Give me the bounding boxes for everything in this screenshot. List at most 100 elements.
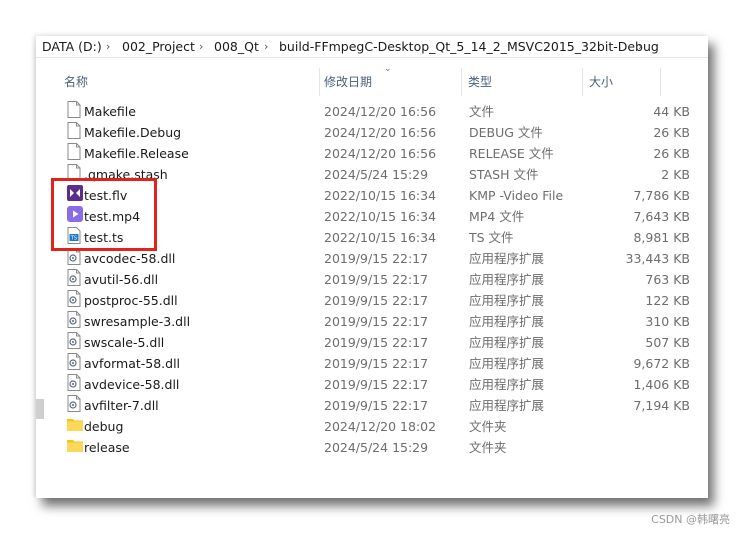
file-size: 26 KB (653, 125, 690, 140)
dll-icon (67, 290, 81, 307)
chevron-right-icon: › (638, 40, 643, 53)
file-type: STASH 文件 (469, 167, 539, 182)
file-name: avcodec-58.dll (84, 251, 176, 266)
file-row[interactable]: avdevice-58.dll 2019/9/15 22:17 应用程序扩展 1,40… (60, 374, 690, 395)
folder-row[interactable]: debug 2024/12/20 18:02 文件夹 (60, 416, 690, 437)
file-type: 应用程序扩展 (469, 398, 545, 413)
dll-icon (67, 269, 81, 286)
file-size: 7,194 KB (633, 398, 690, 413)
chevron-right-icon: › (199, 40, 204, 53)
highlight-box (51, 178, 157, 251)
file-type: 应用程序扩展 (469, 377, 545, 392)
file-row[interactable]: Makefile 2024/12/20 16:56 文件 44 KB (60, 101, 690, 122)
file-size: 9,672 KB (633, 356, 690, 371)
file-name: release (84, 440, 130, 455)
file-date: 2024/12/20 16:56 (324, 125, 437, 140)
breadcrumb-build[interactable]: build-FFmpegC-Desktop_Qt_5_14_2_MSVC2015… (279, 38, 659, 55)
file-name: Makefile.Release (84, 146, 189, 161)
file-type: KMP -Video File (469, 188, 564, 203)
dll-icon (67, 332, 81, 349)
file-row[interactable]: avformat-58.dll 2019/9/15 22:17 应用程序扩展 9,67… (60, 353, 690, 374)
column-header-type[interactable]: 类型 (468, 68, 492, 96)
file-row[interactable]: swscale-5.dll 2019/9/15 22:17 应用程序扩展 507 KB (60, 332, 690, 353)
file-name: Makefile.Debug (84, 125, 182, 140)
file-type: 应用程序扩展 (469, 335, 545, 350)
file-row[interactable]: postproc-55.dll 2019/9/15 22:17 应用程序扩展 122 … (60, 290, 690, 311)
file-type: 应用程序扩展 (469, 272, 545, 287)
file-size: 122 KB (645, 293, 690, 308)
file-size: 33,443 KB (625, 251, 690, 266)
file-type: TS 文件 (469, 230, 514, 245)
column-header-name[interactable]: 名称 (64, 68, 88, 96)
file-size: 310 KB (645, 314, 690, 329)
file-date: 2024/12/20 16:56 (324, 146, 437, 161)
dll-icon (67, 374, 81, 391)
file-size: 7,643 KB (633, 209, 690, 224)
column-divider[interactable] (660, 68, 661, 96)
file-date: 2024/12/20 16:56 (324, 104, 437, 119)
file-size: 8,981 KB (633, 230, 690, 245)
folder-icon (67, 416, 83, 433)
file-name: avutil-56.dll (84, 272, 159, 287)
file-date: 2019/9/15 22:17 (324, 293, 429, 308)
file-row[interactable]: Makefile.Debug 2024/12/20 16:56 DEBUG 文件 26… (60, 122, 690, 143)
dll-icon (67, 311, 81, 328)
file-name: avformat-58.dll (84, 356, 181, 371)
file-type: 应用程序扩展 (469, 314, 545, 329)
chevron-right-icon: › (264, 40, 269, 53)
file-row[interactable]: avcodec-58.dll 2019/9/15 22:17 应用程序扩展 33,44… (60, 248, 690, 269)
column-divider[interactable] (319, 68, 320, 96)
column-divider[interactable] (582, 68, 583, 96)
file-date: 2019/9/15 22:17 (324, 314, 429, 329)
file-date: 2022/10/15 16:34 (324, 209, 437, 224)
folder-row[interactable]: release 2024/5/24 15:29 文件夹 (60, 437, 690, 458)
file-type: DEBUG 文件 (469, 125, 543, 140)
explorer-window: DATA (D:) › 002_Project › 008_Qt › build… (36, 36, 708, 498)
file-name: avfilter-7.dll (84, 398, 159, 413)
file-name: postproc-55.dll (84, 293, 178, 308)
file-type: 应用程序扩展 (469, 293, 545, 308)
file-type: RELEASE 文件 (469, 146, 554, 161)
breadcrumb-drive[interactable]: DATA (D:) (42, 38, 102, 55)
file-date: 2024/5/24 15:29 (324, 440, 429, 455)
file-icon (67, 101, 81, 118)
file-type: 文件 (469, 104, 495, 119)
file-name: swresample-3.dll (84, 314, 191, 329)
folder-icon (67, 437, 83, 454)
file-size: 507 KB (645, 335, 690, 350)
scrollbar-thumb[interactable] (36, 399, 44, 419)
file-name: Makefile (84, 104, 136, 119)
file-size: 763 KB (645, 272, 690, 287)
file-name: debug (84, 419, 124, 434)
file-type: 应用程序扩展 (469, 251, 545, 266)
file-size: 26 KB (653, 146, 690, 161)
breadcrumb-project[interactable]: 002_Project (122, 38, 195, 55)
file-name: swscale-5.dll (84, 335, 165, 350)
breadcrumb-qt[interactable]: 008_Qt (214, 38, 259, 55)
file-type: MP4 文件 (469, 209, 525, 224)
file-date: 2019/9/15 22:17 (324, 398, 429, 413)
file-size: 44 KB (653, 104, 690, 119)
dll-icon (67, 395, 81, 412)
file-date: 2024/5/24 15:29 (324, 167, 429, 182)
file-row[interactable]: Makefile.Release 2024/12/20 16:56 RELEASE … (60, 143, 690, 164)
column-header-date[interactable]: 修改日期 (324, 68, 372, 96)
file-type: 文件夹 (469, 419, 507, 434)
file-icon (67, 122, 81, 139)
file-type: 应用程序扩展 (469, 356, 545, 371)
breadcrumb[interactable]: DATA (D:) › 002_Project › 008_Qt › build… (36, 36, 708, 58)
file-row[interactable]: avfilter-7.dll 2019/9/15 22:17 应用程序扩展 7,194… (60, 395, 690, 416)
file-date: 2019/9/15 22:17 (324, 251, 429, 266)
column-header-size[interactable]: 大小 (589, 68, 613, 96)
file-row[interactable]: avutil-56.dll 2019/9/15 22:17 应用程序扩展 763 KB (60, 269, 690, 290)
file-size: 1,406 KB (633, 377, 690, 392)
file-row[interactable]: swresample-3.dll 2019/9/15 22:17 应用程序扩展 310… (60, 311, 690, 332)
file-size: 2 KB (661, 167, 690, 182)
file-date: 2022/10/15 16:34 (324, 188, 437, 203)
file-date: 2019/9/15 22:17 (324, 335, 429, 350)
file-date: 2019/9/15 22:17 (324, 272, 429, 287)
watermark: CSDN @韩曙亮 (651, 513, 730, 526)
file-date: 2019/9/15 22:17 (324, 377, 429, 392)
column-divider[interactable] (461, 68, 462, 96)
file-size: 7,786 KB (633, 188, 690, 203)
